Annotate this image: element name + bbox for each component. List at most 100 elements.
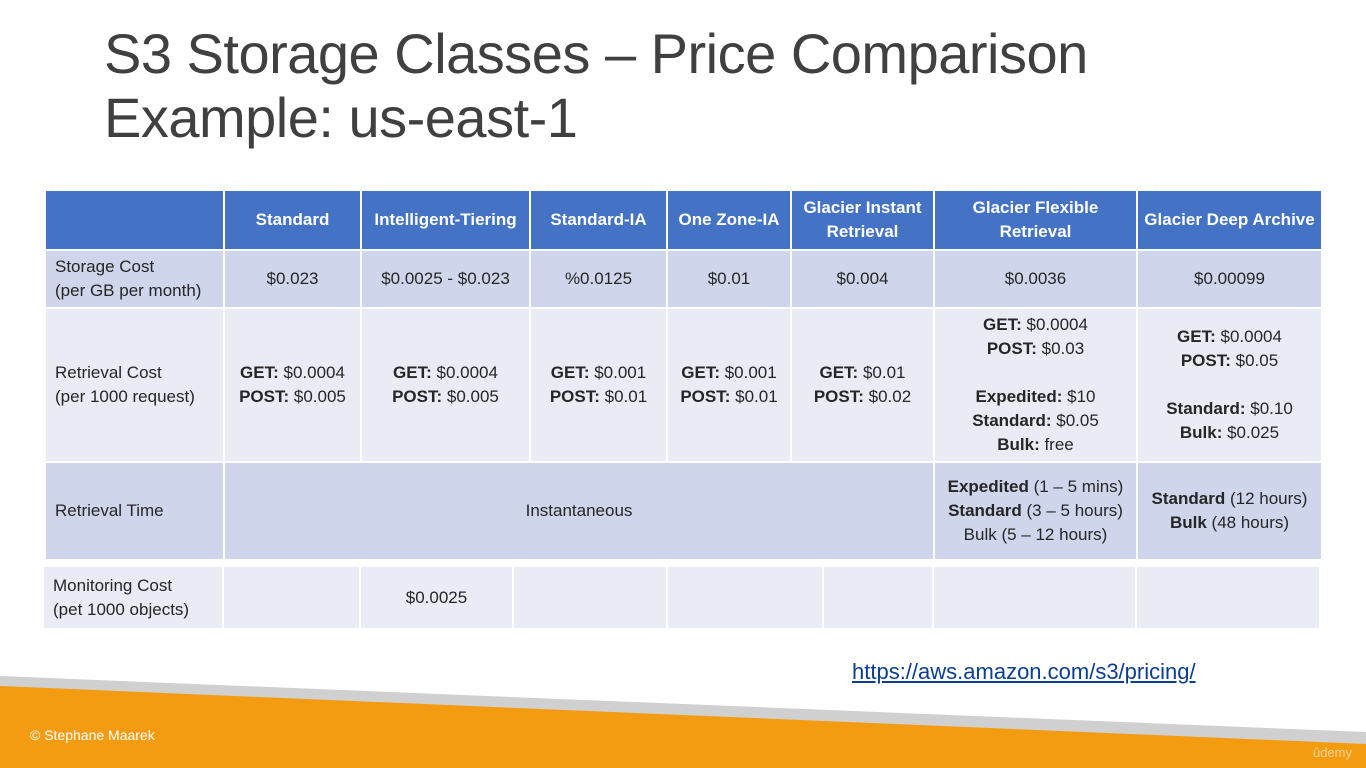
get-value: $0.0004 [1021, 315, 1088, 334]
storage-cost-intelligent-tiering: $0.0025 - $0.023 [360, 249, 531, 309]
post-value: $0.03 [1036, 339, 1085, 358]
retrieval-cost-label-2: (per 1000 request) [55, 387, 195, 406]
retrieval-cost-label-1: Retrieval Cost [55, 363, 162, 382]
storage-cost-glacier-deep: $0.00099 [1136, 249, 1323, 309]
retrieval-cost-standard: GET: $0.0004 POST: $0.005 [223, 307, 362, 463]
footer-band [0, 676, 1366, 768]
post-label: POST: [986, 339, 1037, 358]
bulk-value: (48 hours) [1206, 513, 1290, 532]
post-value: $0.005 [289, 387, 346, 406]
monitoring-cost-row: Monitoring Cost (pet 1000 objects) $0.00… [44, 567, 1321, 628]
header-empty [44, 189, 225, 251]
monitoring-cost-label-2: (pet 1000 objects) [53, 599, 190, 619]
get-label: GET: [1177, 327, 1216, 346]
header-glacier-flexible: Glacier Flexible Retrieval [933, 189, 1138, 251]
expedited-label: Expedited: [975, 387, 1063, 406]
title-line-2: Example: us-east-1 [104, 86, 578, 149]
post-label: POST: [239, 387, 290, 406]
udemy-watermark: ûdemy [1312, 745, 1352, 760]
monitoring-cost-glacier-instant [824, 567, 932, 628]
retrieval-time-glacier-deep: Standard (12 hours) Bulk (48 hours) [1136, 461, 1323, 561]
header-standard: Standard [223, 189, 362, 251]
storage-cost-label-1: Storage Cost [55, 257, 155, 276]
post-value: $0.01 [730, 387, 778, 406]
get-label: GET: [681, 363, 720, 382]
post-label: POST: [680, 387, 731, 406]
monitoring-cost-label-1: Monitoring Cost [53, 575, 173, 595]
header-row: Standard Intelligent-Tiering Standard-IA… [44, 189, 1323, 251]
retrieval-time-row: Retrieval Time Instantaneous Expedited (… [44, 461, 1323, 561]
get-label: GET: [393, 363, 432, 382]
bulk-value: Bulk (5 – 12 hours) [963, 525, 1108, 544]
get-label: GET: [819, 363, 859, 382]
storage-cost-one-zone-ia: $0.01 [666, 249, 792, 309]
get-label: GET: [550, 363, 590, 382]
retrieval-cost-row: Retrieval Cost (per 1000 request) GET: $… [44, 307, 1323, 463]
post-value: $0.05 [1230, 351, 1279, 370]
page-title: S3 Storage Classes – Price Comparison Ex… [104, 22, 1088, 150]
title-line-1: S3 Storage Classes – Price Comparison [104, 22, 1088, 85]
get-value: $0.01 [858, 363, 906, 382]
bulk-label: Bulk [1169, 513, 1207, 532]
post-value: $0.01 [599, 387, 648, 406]
retrieval-cost-intelligent-tiering: GET: $0.0004 POST: $0.005 [360, 307, 531, 463]
monitoring-cost-intelligent-tiering: $0.0025 [361, 567, 512, 628]
standard-label: Standard: [972, 411, 1052, 430]
header-glacier-deep: Glacier Deep Archive [1136, 189, 1323, 251]
bulk-value: $0.025 [1222, 423, 1280, 442]
bulk-label: Bulk: [1179, 423, 1223, 442]
bulk-value: free [1039, 435, 1074, 454]
header-standard-ia: Standard-IA [529, 189, 668, 251]
bulk-label: Bulk: [997, 435, 1040, 454]
standard-value: (3 – 5 hours) [1021, 501, 1123, 520]
monitoring-cost-standard [224, 567, 359, 628]
monitoring-cost-glacier-flexible [934, 567, 1135, 628]
storage-cost-glacier-instant: $0.004 [790, 249, 935, 309]
storage-cost-label-2: (per GB per month) [55, 281, 202, 300]
retrieval-time-glacier-flexible: Expedited (1 – 5 mins) Standard (3 – 5 h… [933, 461, 1138, 561]
post-label: POST: [1180, 351, 1231, 370]
pricing-table: Standard Intelligent-Tiering Standard-IA… [44, 189, 1323, 561]
storage-cost-row: Storage Cost (per GB per month) $0.023 $… [44, 249, 1323, 309]
post-label: POST: [549, 387, 600, 406]
get-value: $0.0004 [1215, 327, 1282, 346]
storage-cost-standard-ia: %0.0125 [529, 249, 668, 309]
storage-cost-standard: $0.023 [223, 249, 362, 309]
get-value: $0.0004 [431, 363, 498, 382]
get-label: GET: [240, 363, 279, 382]
standard-label: Standard: [1166, 399, 1246, 418]
retrieval-cost-standard-ia: GET: $0.001 POST: $0.01 [529, 307, 668, 463]
header-one-zone-ia: One Zone-IA [666, 189, 792, 251]
expedited-label: Expedited [947, 477, 1029, 496]
storage-cost-glacier-flexible: $0.0036 [933, 249, 1138, 309]
post-label: POST: [392, 387, 443, 406]
get-label: GET: [983, 315, 1022, 334]
retrieval-cost-glacier-instant: GET: $0.01 POST: $0.02 [790, 307, 935, 463]
monitoring-cost-standard-ia [514, 567, 666, 628]
standard-value: $0.05 [1051, 411, 1099, 430]
get-value: $0.001 [589, 363, 647, 382]
get-value: $0.001 [720, 363, 777, 382]
post-label: POST: [813, 387, 864, 406]
retrieval-time-instantaneous: Instantaneous [223, 461, 935, 561]
header-intelligent-tiering: Intelligent-Tiering [360, 189, 531, 251]
monitoring-cost-label: Monitoring Cost (pet 1000 objects) [44, 567, 222, 628]
expedited-value: $10 [1062, 387, 1096, 406]
expedited-value: (1 – 5 mins) [1028, 477, 1124, 496]
header-glacier-instant: Glacier Instant Retrieval [790, 189, 935, 251]
post-value: $0.02 [863, 387, 912, 406]
standard-value: (12 hours) [1225, 489, 1308, 508]
get-value: $0.0004 [278, 363, 345, 382]
retrieval-cost-label: Retrieval Cost (per 1000 request) [44, 307, 225, 463]
standard-value: $0.10 [1245, 399, 1293, 418]
retrieval-time-label: Retrieval Time [44, 461, 225, 561]
retrieval-cost-glacier-flexible: GET: $0.0004 POST: $0.03 Expedited: $10 … [933, 307, 1138, 463]
storage-cost-label: Storage Cost (per GB per month) [44, 249, 225, 309]
copyright-text: © Stephane Maarek [30, 727, 155, 743]
monitoring-cost-one-zone-ia [668, 567, 822, 628]
retrieval-cost-one-zone-ia: GET: $0.001 POST: $0.01 [666, 307, 792, 463]
standard-label: Standard [948, 501, 1022, 520]
retrieval-cost-glacier-deep: GET: $0.0004 POST: $0.05 Standard: $0.10… [1136, 307, 1323, 463]
monitoring-cost-glacier-deep [1137, 567, 1319, 628]
standard-label: Standard [1151, 489, 1226, 508]
